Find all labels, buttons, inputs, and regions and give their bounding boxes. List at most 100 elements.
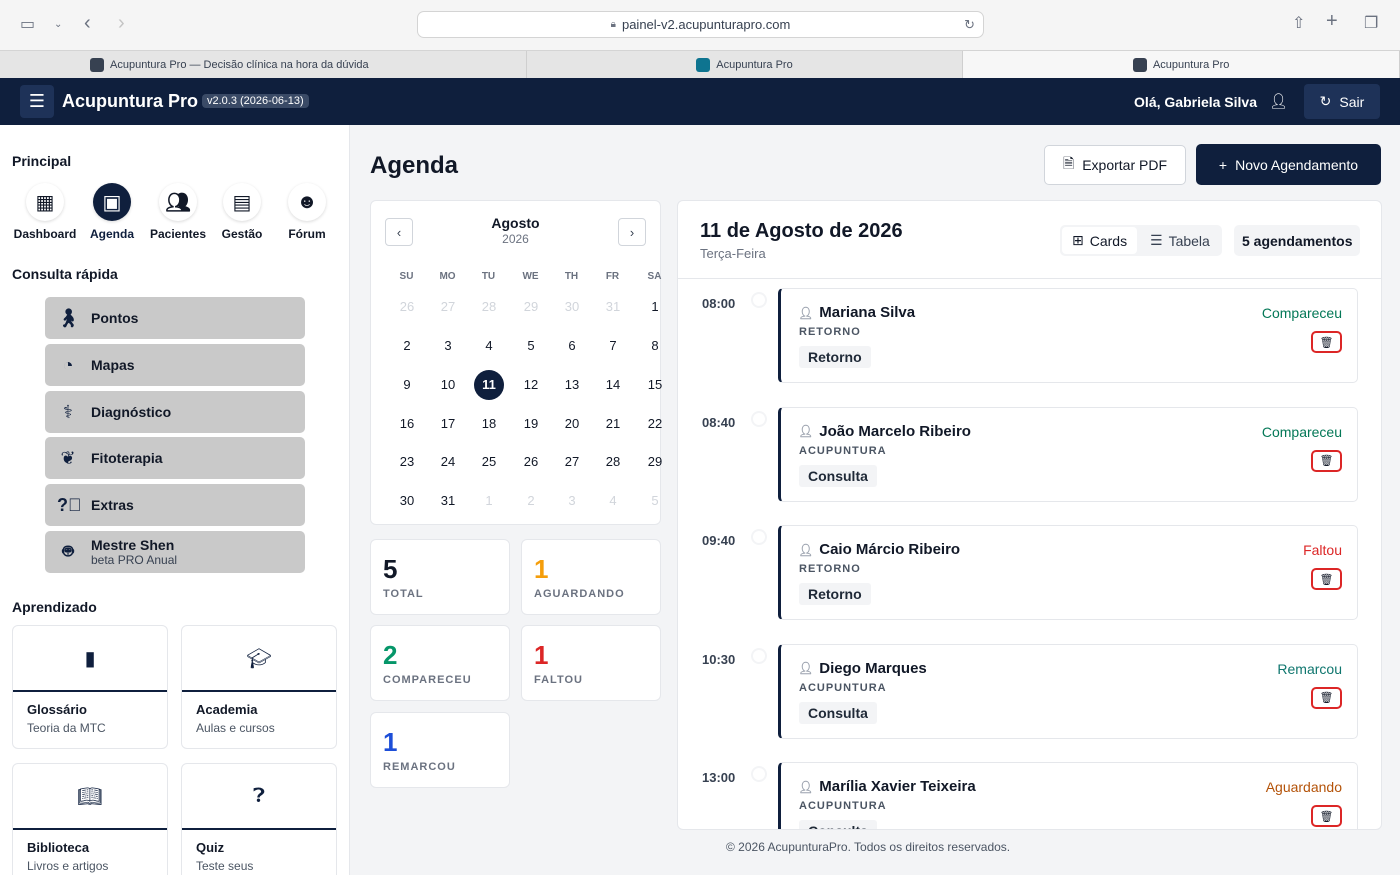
calendar-day[interactable]: 29 xyxy=(640,447,670,477)
nav-agenda[interactable]: ▣ Agenda xyxy=(78,183,146,241)
calendar-day[interactable]: 14 xyxy=(598,370,628,400)
delete-appointment-button[interactable]: 🗑︎ xyxy=(1311,331,1342,353)
browser-tab[interactable]: Acupuntura Pro — Decisão clínica na hora… xyxy=(0,51,527,78)
calendar-day[interactable]: 4 xyxy=(474,331,504,361)
patient-name[interactable]: João Marcelo Ribeiro xyxy=(819,423,971,440)
appointment-time: 08:40 xyxy=(702,414,736,430)
calendar-day[interactable]: 3 xyxy=(557,486,587,516)
calendar-day[interactable]: 31 xyxy=(433,486,463,516)
browser-tab-active[interactable]: Acupuntura Pro xyxy=(963,51,1400,78)
calendar-day[interactable]: 3 xyxy=(433,331,463,361)
sidebar-toggle-icon[interactable]: ▭ xyxy=(20,17,35,33)
calendar-day[interactable]: 30 xyxy=(557,292,587,322)
new-tab-icon[interactable]: + xyxy=(1326,11,1338,31)
menu-toggle-button[interactable]: ☰ xyxy=(20,85,54,118)
appointment-card[interactable]: 👤︎ Mariana Silva RETORNO Retorno Compareceu 🗑… xyxy=(778,288,1358,383)
calendar-day[interactable]: 28 xyxy=(598,447,628,477)
nav-dashboard[interactable]: ▦ Dashboard xyxy=(11,183,79,241)
browser-tab[interactable]: Acupuntura Pro xyxy=(527,51,964,78)
patient-name[interactable]: Marília Xavier Teixeira xyxy=(819,778,975,795)
quick-fitoterapia-button[interactable]: ❦ Fitoterapia xyxy=(45,437,305,479)
nav-forum[interactable]: ☻ Fórum xyxy=(273,183,341,241)
quick-pontos-button[interactable]: 🚶︎ Pontos xyxy=(45,297,305,339)
calendar-day[interactable]: 16 xyxy=(392,409,422,439)
quick-mapas-button[interactable]: ◔ Mapas xyxy=(45,344,305,386)
calendar-day[interactable]: 29 xyxy=(516,292,546,322)
calendar-day[interactable]: 18 xyxy=(474,409,504,439)
schedule-weekday: Terça-Feira xyxy=(700,246,766,261)
calendar-day[interactable]: 4 xyxy=(598,486,628,516)
logout-button[interactable]: ↻ Sair xyxy=(1304,84,1380,119)
patient-name[interactable]: Mariana Silva xyxy=(819,304,915,321)
next-month-button[interactable]: › xyxy=(618,218,646,246)
chevron-down-icon[interactable]: ⌄ xyxy=(54,17,62,33)
delete-appointment-button[interactable]: 🗑︎ xyxy=(1311,805,1342,827)
calendar-day[interactable]: 22 xyxy=(640,409,670,439)
view-cards-button[interactable]: ⊞ Cards xyxy=(1062,227,1138,254)
quick-extras-button[interactable]: ?⃝ Extras xyxy=(45,484,305,526)
learn-card-biblioteca[interactable]: 📖︎ Biblioteca Livros e artigos xyxy=(12,763,168,875)
new-appointment-button[interactable]: + Novo Agendamento xyxy=(1196,144,1381,185)
calendar-day[interactable]: 27 xyxy=(433,292,463,322)
learn-card-glossario[interactable]: ▮ Glossário Teoria da MTC xyxy=(12,625,168,749)
quick-diagnostico-button[interactable]: ⚕ Diagnóstico xyxy=(45,391,305,433)
reload-icon[interactable]: ↻ xyxy=(964,17,975,33)
stat-card: 1 REMARCOU xyxy=(370,712,510,788)
calendar-day[interactable]: 2 xyxy=(392,331,422,361)
pdf-file-icon: 🗎 xyxy=(1062,155,1075,171)
calendar-day[interactable]: 30 xyxy=(392,486,422,516)
calendar-day[interactable]: 1 xyxy=(474,486,504,516)
user-icon[interactable]: 👤︎ xyxy=(1269,92,1288,110)
learn-card-title: Quiz xyxy=(196,840,225,855)
appointment-card[interactable]: 👤︎ Caio Márcio Ribeiro RETORNO Retorno Falto… xyxy=(778,525,1358,620)
calendar-day[interactable]: 1 xyxy=(640,292,670,322)
patient-name[interactable]: Diego Marques xyxy=(819,660,927,677)
calendar-day[interactable]: 7 xyxy=(598,331,628,361)
calendar-day[interactable]: 6 xyxy=(557,331,587,361)
calendar-day[interactable]: 15 xyxy=(640,370,670,400)
patient-name[interactable]: Caio Márcio Ribeiro xyxy=(819,541,960,558)
calendar-day[interactable]: 24 xyxy=(433,447,463,477)
calendar-day[interactable]: 21 xyxy=(598,409,628,439)
calendar-day[interactable]: 10 xyxy=(433,370,463,400)
calendar-day[interactable]: 9 xyxy=(392,370,422,400)
stat-card: 1 AGUARDANDO xyxy=(521,539,661,615)
calendar-day[interactable]: 31 xyxy=(598,292,628,322)
appointment-card[interactable]: 👤︎ Marília Xavier Teixeira ACUPUNTURA Consu… xyxy=(778,762,1358,829)
calendar-day[interactable]: 5 xyxy=(516,331,546,361)
nav-gestao[interactable]: ▤ Gestão xyxy=(208,183,276,241)
export-pdf-button[interactable]: 🗎 Exportar PDF xyxy=(1044,145,1186,185)
learn-card-quiz[interactable]: ❓︎ Quiz Teste seus xyxy=(181,763,337,875)
forward-icon[interactable]: › xyxy=(118,13,125,33)
calendar-day[interactable]: 26 xyxy=(516,447,546,477)
tab-overview-icon[interactable]: ❐ xyxy=(1364,16,1378,32)
calendar-day[interactable]: 5 xyxy=(640,486,670,516)
calendar-day[interactable]: 8 xyxy=(640,331,670,361)
delete-appointment-button[interactable]: 🗑︎ xyxy=(1311,449,1342,472)
browser-toolbar: ▭ ⌄ ‹ › 🔒︎ painel-v2.acupunturapro.com ↻… xyxy=(0,0,1400,51)
delete-appointment-button[interactable]: 🗑︎ xyxy=(1311,568,1342,590)
address-bar[interactable]: 🔒︎ painel-v2.acupunturapro.com ↻ xyxy=(417,11,984,38)
nav-pacientes[interactable]: 👥︎ Pacientes xyxy=(144,183,212,241)
appointment-card[interactable]: 👤︎ Diego Marques ACUPUNTURA Consulta Remarco… xyxy=(778,643,1358,739)
calendar-day[interactable]: 20 xyxy=(557,409,587,439)
appointment-card[interactable]: 👤︎ João Marcelo Ribeiro ACUPUNTURA Consulta… xyxy=(778,406,1358,502)
calendar-day[interactable]: 17 xyxy=(433,409,463,439)
calendar-day[interactable]: 28 xyxy=(474,292,504,322)
delete-appointment-button[interactable]: 🗑︎ xyxy=(1311,686,1342,709)
chevron-right-icon: › xyxy=(629,224,635,240)
calendar-day[interactable]: 25 xyxy=(474,447,504,477)
share-icon[interactable]: ⇧ xyxy=(1292,16,1305,32)
calendar-day[interactable]: 13 xyxy=(557,370,587,400)
back-icon[interactable]: ‹ xyxy=(84,13,91,33)
learn-card-academia[interactable]: 🎓︎ Academia Aulas e cursos xyxy=(181,625,337,749)
calendar-day[interactable]: 26 xyxy=(392,292,422,322)
calendar-day[interactable]: 27 xyxy=(557,447,587,477)
calendar-day[interactable]: 12 xyxy=(516,370,546,400)
quick-mestre-shen-button[interactable]: 🤖︎ Mestre Shen beta PRO Anual xyxy=(45,531,305,573)
calendar-day[interactable]: 2 xyxy=(516,486,546,516)
view-table-button[interactable]: ☰ Tabela xyxy=(1140,227,1220,254)
calendar-day[interactable]: 23 xyxy=(392,447,422,477)
calendar-day-selected[interactable]: 11 xyxy=(474,370,504,400)
calendar-day[interactable]: 19 xyxy=(516,409,546,439)
